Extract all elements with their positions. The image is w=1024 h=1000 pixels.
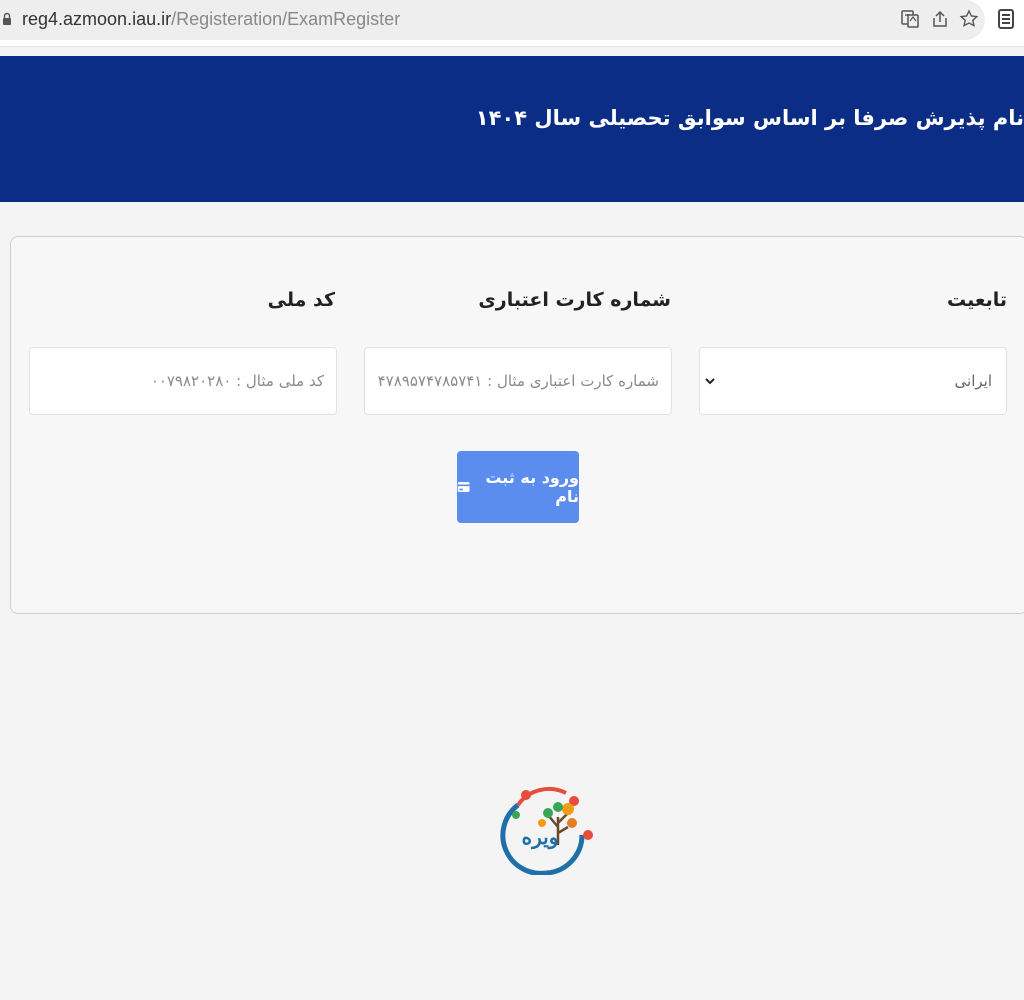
address-bar[interactable]: reg4.azmoon.iau.ir/Registeration/ExamReg… xyxy=(0,0,985,40)
side-panel-icon[interactable] xyxy=(997,8,1015,30)
logo-text: ویره xyxy=(521,825,559,849)
browser-toolbar: reg4.azmoon.iau.ir/Registeration/ExamReg… xyxy=(0,0,1024,47)
nationality-label: تابعیت xyxy=(947,289,1007,311)
credit-card-input[interactable] xyxy=(365,348,671,414)
submit-registration-button[interactable]: ورود به ثبت نام xyxy=(457,451,579,523)
url-host: reg4.azmoon.iau.ir xyxy=(22,9,172,29)
credit-card-icon xyxy=(457,481,470,493)
national-code-field[interactable] xyxy=(29,347,337,415)
credit-card-label: شماره کارت اعتباری xyxy=(478,289,671,311)
url-path: /Registeration/ExamRegister xyxy=(171,9,401,29)
registration-form-card: تابعیت شماره کارت اعتباری کد ملی ایرانی … xyxy=(10,236,1024,614)
translate-icon[interactable] xyxy=(900,9,920,29)
page-header: نام پذیرش صرفا بر اساس سوابق تحصیلی سال … xyxy=(0,56,1024,202)
chevron-down-icon xyxy=(705,378,715,385)
nationality-select[interactable]: ایرانی xyxy=(699,347,1007,415)
nationality-selected-value: ایرانی xyxy=(954,372,992,390)
lock-icon xyxy=(3,12,11,25)
url-text[interactable]: reg4.azmoon.iau.ir/Registeration/ExamReg… xyxy=(22,9,400,30)
national-code-label: کد ملی xyxy=(267,289,335,311)
page-title: نام پذیرش صرفا بر اساس سوابق تحصیلی سال … xyxy=(475,106,1024,130)
bookmark-star-icon[interactable] xyxy=(959,9,979,29)
share-icon[interactable] xyxy=(930,9,950,29)
national-code-input[interactable] xyxy=(30,348,336,414)
site-logo: ویره xyxy=(496,785,596,876)
submit-button-label: ورود به ثبت نام xyxy=(485,468,579,506)
credit-card-field[interactable] xyxy=(364,347,672,415)
